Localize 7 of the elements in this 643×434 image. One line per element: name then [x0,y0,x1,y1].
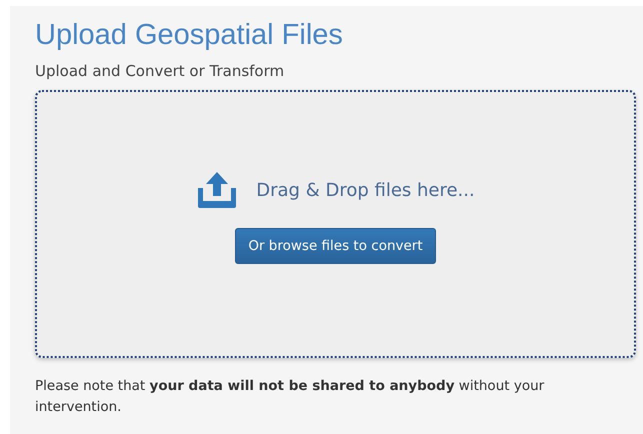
page-subtitle: Upload and Convert or Transform [35,62,286,80]
browse-button[interactable]: Or browse files to convert [235,228,436,264]
upload-icon [196,172,238,208]
page-title: Upload Geospatial Files [35,18,344,52]
drop-prompt: Drag & Drop files here... [256,180,475,200]
privacy-note: Please note that your data will not be shared to anybody without your intervention. [35,377,546,417]
drop-zone[interactable]: Drag & Drop files here... Or browse files to convert [35,90,636,358]
